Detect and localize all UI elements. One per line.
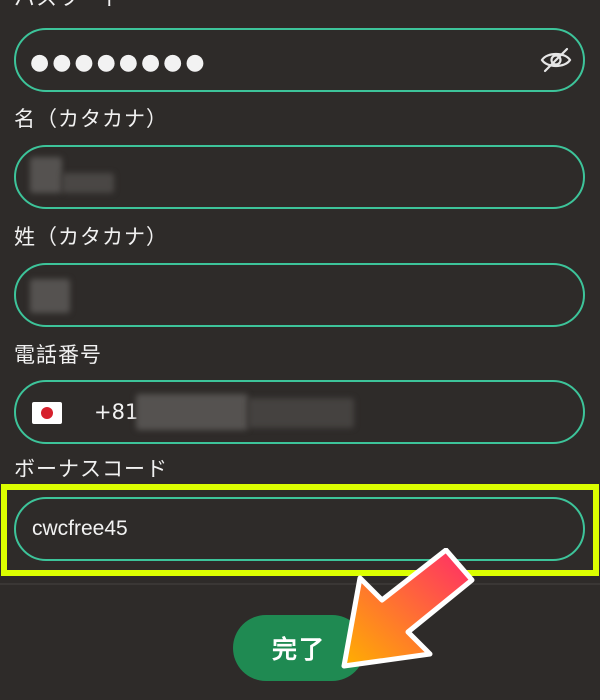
phone-label: 電話番号 <box>14 343 102 367</box>
password-label: パスワード <box>14 0 124 10</box>
complete-button[interactable]: 完了 <box>233 615 365 681</box>
japan-flag-icon[interactable] <box>32 402 62 424</box>
last-name-label: 姓（カタカナ） <box>14 225 168 249</box>
eye-slash-icon[interactable] <box>539 46 573 74</box>
blurred-last-name <box>30 279 70 313</box>
first-name-field[interactable] <box>14 145 585 209</box>
bonus-code-value: cwcfree45 <box>32 517 128 540</box>
phone-field[interactable]: +81 <box>14 380 585 444</box>
password-field[interactable]: ●●●●●●●● <box>14 28 585 92</box>
bonus-code-label: ボーナスコード <box>14 457 168 481</box>
phone-country-code: +81 <box>94 400 139 424</box>
blurred-first-name <box>30 157 62 193</box>
blurred-phone-number-tail <box>248 398 354 428</box>
blurred-first-name-tail <box>62 173 114 193</box>
first-name-label: 名（カタカナ） <box>14 107 168 131</box>
divider <box>0 583 600 585</box>
bonus-code-field[interactable]: cwcfree45 <box>14 497 585 561</box>
password-value: ●●●●●●●● <box>30 50 208 75</box>
blurred-phone-number <box>136 394 248 430</box>
last-name-field[interactable] <box>14 263 585 327</box>
